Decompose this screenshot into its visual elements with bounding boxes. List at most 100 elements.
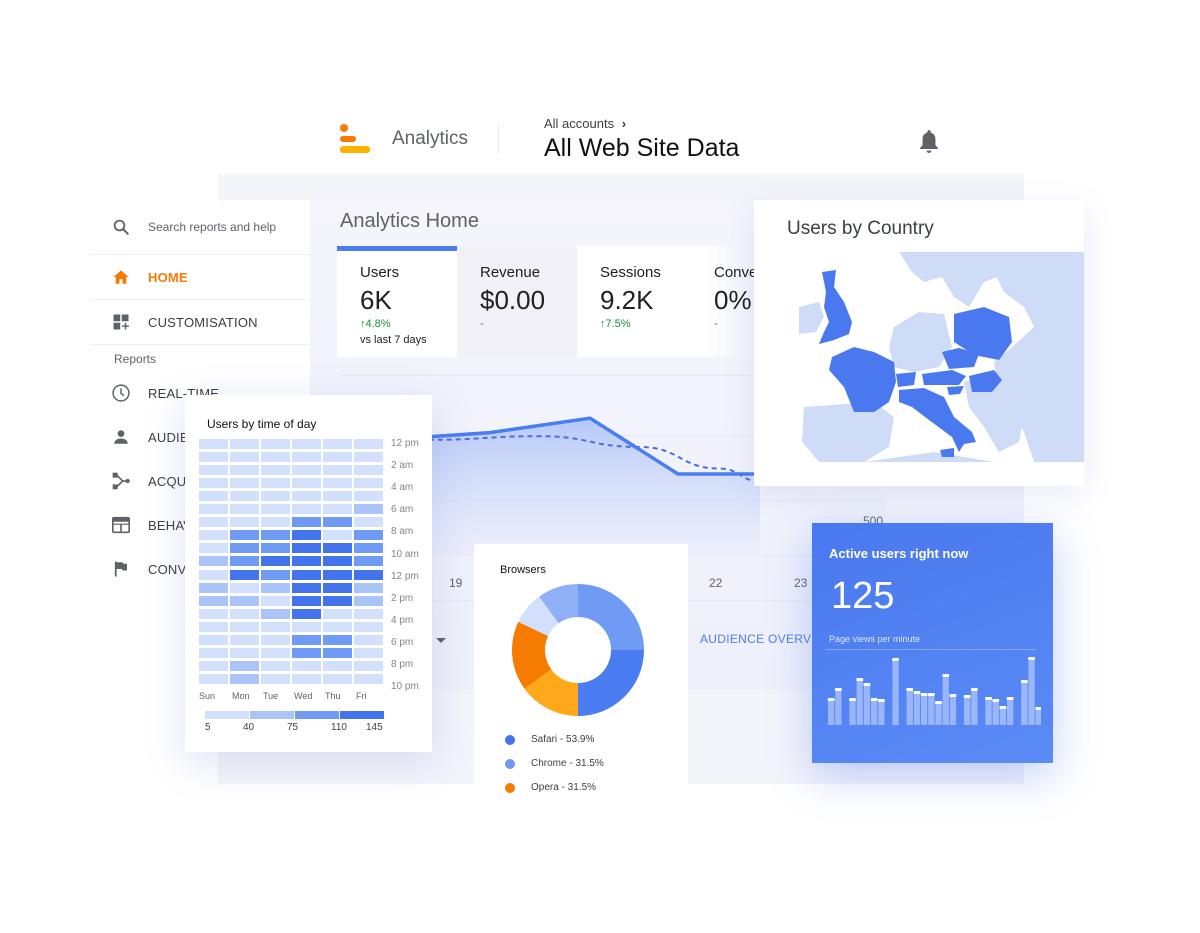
heatmap-cell[interactable] — [199, 673, 228, 684]
heatmap-cell[interactable] — [230, 582, 259, 593]
heatmap-cell[interactable] — [323, 517, 352, 528]
heatmap-cell[interactable] — [199, 608, 228, 619]
heatmap-cell[interactable] — [230, 569, 259, 580]
heatmap-cell[interactable] — [354, 530, 383, 541]
heatmap-cell[interactable] — [199, 491, 228, 502]
heatmap-cell[interactable] — [292, 439, 321, 449]
heatmap-cell[interactable] — [354, 478, 383, 489]
heatmap-cell[interactable] — [292, 595, 321, 606]
heatmap-cell[interactable] — [261, 660, 290, 671]
audience-overview-link[interactable]: AUDIENCE OVERVIE — [700, 632, 823, 646]
heatmap-cell[interactable] — [323, 582, 352, 593]
heatmap-cell[interactable] — [354, 595, 383, 606]
search-box[interactable]: Search reports and help — [90, 200, 310, 255]
heatmap-cell[interactable] — [292, 517, 321, 528]
heatmap-cell[interactable] — [292, 634, 321, 645]
europe-map[interactable] — [794, 252, 1084, 462]
heatmap-cell[interactable] — [292, 673, 321, 684]
heatmap-cell[interactable] — [323, 439, 352, 449]
heatmap-cell[interactable] — [230, 647, 259, 658]
heatmap-cell[interactable] — [230, 517, 259, 528]
heatmap-cell[interactable] — [292, 465, 321, 476]
heatmap-cell[interactable] — [292, 660, 321, 671]
heatmap-cell[interactable] — [230, 595, 259, 606]
donut-slice[interactable] — [578, 584, 644, 650]
heatmap-cell[interactable] — [354, 582, 383, 593]
heatmap-cell[interactable] — [199, 530, 228, 541]
heatmap-cell[interactable] — [323, 491, 352, 502]
heatmap-cell[interactable] — [230, 439, 259, 449]
heatmap-cell[interactable] — [230, 634, 259, 645]
heatmap-cell[interactable] — [292, 569, 321, 580]
heatmap-cell[interactable] — [292, 504, 321, 515]
heatmap-cell[interactable] — [230, 478, 259, 489]
heatmap-cell[interactable] — [292, 530, 321, 541]
search-input[interactable]: Search reports and help — [148, 220, 276, 234]
breadcrumb[interactable]: All accounts › — [544, 116, 626, 131]
heatmap-cell[interactable] — [292, 621, 321, 632]
heatmap-cell[interactable] — [261, 621, 290, 632]
heatmap-cell[interactable] — [292, 556, 321, 567]
heatmap-cell[interactable] — [230, 621, 259, 632]
heatmap-cell[interactable] — [230, 660, 259, 671]
heatmap-cell[interactable] — [354, 504, 383, 515]
heatmap-cell[interactable] — [354, 673, 383, 684]
heatmap-cell[interactable] — [323, 556, 352, 567]
heatmap-cell[interactable] — [261, 478, 290, 489]
heatmap-cell[interactable] — [261, 608, 290, 619]
heatmap-cell[interactable] — [323, 530, 352, 541]
heatmap-cell[interactable] — [354, 439, 383, 449]
heatmap-cell[interactable] — [261, 582, 290, 593]
heatmap-cell[interactable] — [199, 478, 228, 489]
heatmap-cell[interactable] — [261, 569, 290, 580]
heatmap-cell[interactable] — [199, 660, 228, 671]
heatmap-cell[interactable] — [354, 647, 383, 658]
heatmap-cell[interactable] — [323, 478, 352, 489]
heatmap-cell[interactable] — [230, 504, 259, 515]
heatmap-cell[interactable] — [261, 452, 290, 463]
heatmap-cell[interactable] — [323, 673, 352, 684]
heatmap-cell[interactable] — [323, 595, 352, 606]
heatmap-cell[interactable] — [230, 673, 259, 684]
heatmap-cell[interactable] — [199, 517, 228, 528]
heatmap-cell[interactable] — [261, 556, 290, 567]
heatmap-cell[interactable] — [230, 556, 259, 567]
heatmap-cell[interactable] — [261, 530, 290, 541]
heatmap-cell[interactable] — [354, 660, 383, 671]
heatmap-cell[interactable] — [292, 452, 321, 463]
heatmap-cell[interactable] — [261, 517, 290, 528]
heatmap-cell[interactable] — [261, 439, 290, 449]
heatmap-cell[interactable] — [323, 608, 352, 619]
heatmap-cell[interactable] — [292, 491, 321, 502]
heatmap-cell[interactable] — [354, 556, 383, 567]
heatmap-cell[interactable] — [261, 634, 290, 645]
heatmap-cell[interactable] — [230, 465, 259, 476]
heatmap-cell[interactable] — [323, 621, 352, 632]
heatmap-cell[interactable] — [230, 530, 259, 541]
heatmap-cell[interactable] — [261, 465, 290, 476]
heatmap-cell[interactable] — [199, 634, 228, 645]
heatmap-cell[interactable] — [323, 452, 352, 463]
property-title[interactable]: All Web Site Data — [544, 134, 739, 163]
heatmap-cell[interactable] — [354, 452, 383, 463]
heatmap-cell[interactable] — [292, 647, 321, 658]
heatmap-cell[interactable] — [199, 556, 228, 567]
heatmap-cell[interactable] — [323, 634, 352, 645]
heatmap-cell[interactable] — [199, 439, 228, 449]
heatmap-cell[interactable] — [230, 452, 259, 463]
bell-icon[interactable] — [916, 128, 942, 156]
heatmap-cell[interactable] — [292, 543, 321, 554]
heatmap-cell[interactable] — [261, 647, 290, 658]
heatmap-cell[interactable] — [261, 673, 290, 684]
sidebar-item-customisation[interactable]: CUSTOMISATION — [90, 300, 310, 345]
heatmap-cell[interactable] — [261, 543, 290, 554]
heatmap-cell[interactable] — [199, 452, 228, 463]
heatmap-cell[interactable] — [354, 634, 383, 645]
heatmap-cell[interactable] — [230, 608, 259, 619]
heatmap-cell[interactable] — [261, 504, 290, 515]
heatmap-cell[interactable] — [323, 504, 352, 515]
heatmap-cell[interactable] — [354, 569, 383, 580]
heatmap-cell[interactable] — [354, 543, 383, 554]
heatmap-cell[interactable] — [199, 569, 228, 580]
heatmap-cell[interactable] — [323, 465, 352, 476]
